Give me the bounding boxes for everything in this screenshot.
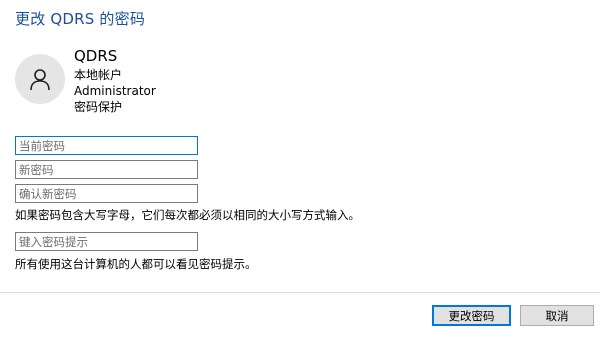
cancel-button[interactable]: 取消 xyxy=(520,305,594,326)
user-name: QDRS xyxy=(74,47,118,65)
user-info: QDRS 本地帐户 Administrator 密码保护 xyxy=(74,46,156,115)
hint-visibility-note: 所有使用这台计算机的人都可以看见密码提示。 xyxy=(15,257,257,271)
change-password-dialog: 更改 QDRS 的密码 QDRS 本地帐户 Administrator 密码保护… xyxy=(0,0,600,341)
confirm-password-field[interactable] xyxy=(15,184,198,203)
new-password-field[interactable] xyxy=(15,160,198,179)
account-type: 本地帐户 xyxy=(74,68,123,82)
change-password-button[interactable]: 更改密码 xyxy=(432,305,511,326)
dialog-title: 更改 QDRS 的密码 xyxy=(15,10,146,28)
password-hint-field[interactable] xyxy=(15,232,198,251)
user-silhouette-icon xyxy=(30,69,50,91)
case-sensitivity-note: 如果密码包含大写字母，它们每次都必须以相同的大小写方式输入。 xyxy=(15,208,360,222)
current-password-field[interactable] xyxy=(15,136,198,155)
footer-divider xyxy=(0,292,600,293)
user-avatar xyxy=(15,54,65,104)
protection-status: 密码保护 xyxy=(74,100,123,114)
user-group: Administrator xyxy=(74,84,156,98)
